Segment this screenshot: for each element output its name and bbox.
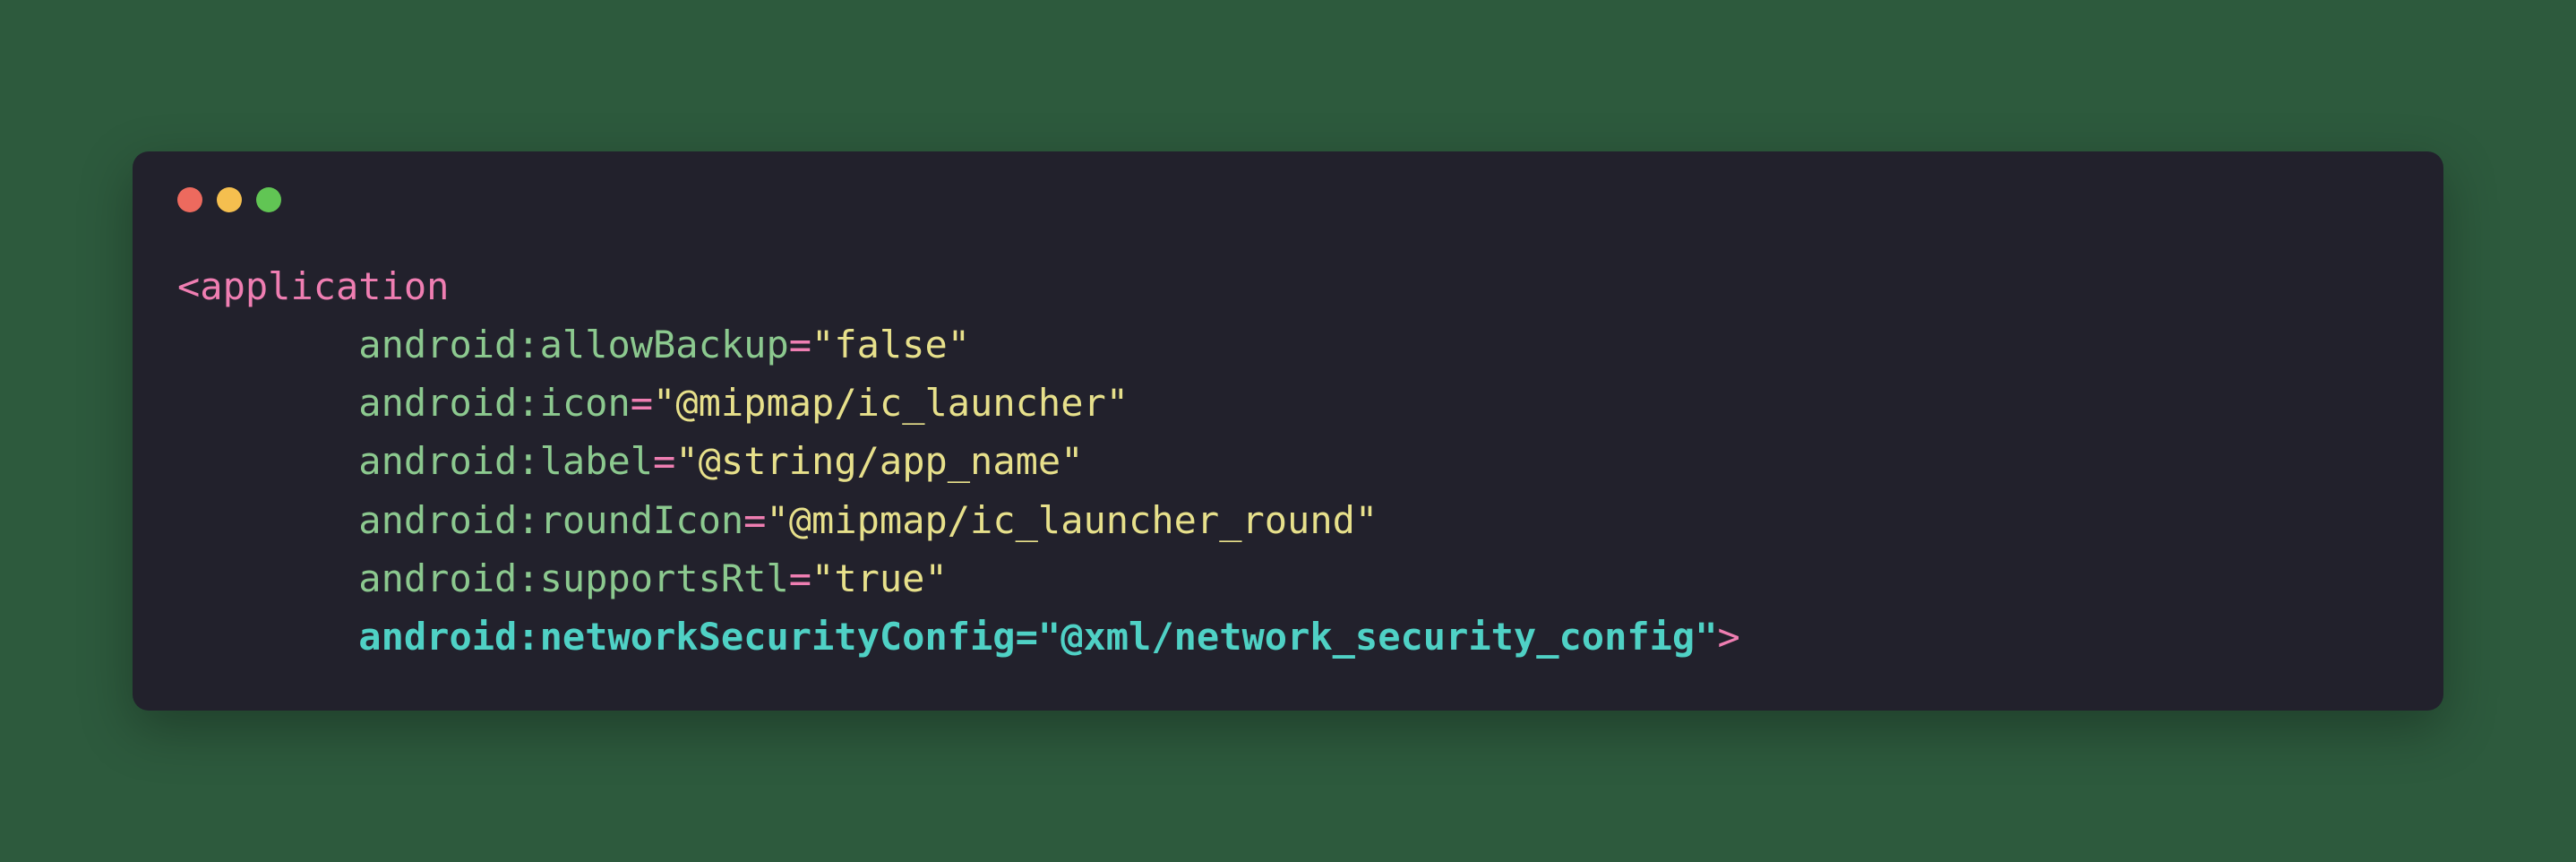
attr-name: android:roundIcon	[358, 498, 743, 542]
attr-name: android:allowBackup	[358, 323, 788, 366]
code-line-3: android:label="@string/app_name"	[177, 439, 1084, 483]
tag-name: application	[200, 264, 449, 308]
maximize-icon[interactable]	[256, 187, 281, 212]
attr-eq: =	[789, 556, 811, 600]
quote-close: "	[1106, 381, 1129, 425]
quote-close: "	[1355, 498, 1378, 542]
indent	[177, 374, 358, 432]
attr-eq: =	[631, 381, 653, 425]
tag-open-bracket: <	[177, 264, 200, 308]
quote-open: "	[675, 439, 698, 483]
attr-eq: =	[789, 323, 811, 366]
window-controls	[177, 187, 2399, 212]
attr-eq: =	[743, 498, 766, 542]
quote-close: "	[1695, 615, 1717, 659]
code-line-2: android:icon="@mipmap/ic_launcher"	[177, 381, 1129, 425]
code-line-6-highlighted: android:networkSecurityConfig="@xml/netw…	[177, 615, 1740, 659]
indent	[177, 608, 358, 666]
attr-eq: =	[653, 439, 675, 483]
indent	[177, 432, 358, 490]
attr-name: android:icon	[358, 381, 630, 425]
indent	[177, 491, 358, 549]
code-line-4: android:roundIcon="@mipmap/ic_launcher_r…	[177, 498, 1378, 542]
attr-value: true	[834, 556, 924, 600]
attr-eq: =	[1016, 615, 1038, 659]
attr-value: @mipmap/ic_launcher_round	[789, 498, 1355, 542]
quote-close: "	[1060, 439, 1083, 483]
attr-name: android:label	[358, 439, 653, 483]
code-window: <application android:allowBackup="false"…	[133, 151, 2443, 711]
close-icon[interactable]	[177, 187, 202, 212]
indent	[177, 549, 358, 608]
quote-open: "	[653, 381, 675, 425]
attr-name: android:networkSecurityConfig	[358, 615, 1015, 659]
attr-value: @mipmap/ic_launcher	[675, 381, 1105, 425]
attr-name: android:supportsRtl	[358, 556, 788, 600]
quote-close: "	[948, 323, 970, 366]
quote-open: "	[811, 556, 834, 600]
attr-value: @xml/network_security_config	[1060, 615, 1695, 659]
quote-close: "	[924, 556, 947, 600]
tag-close-bracket: >	[1718, 615, 1740, 659]
quote-open: "	[1038, 615, 1060, 659]
minimize-icon[interactable]	[217, 187, 242, 212]
code-content: <application android:allowBackup="false"…	[177, 257, 2399, 666]
quote-open: "	[811, 323, 834, 366]
indent	[177, 315, 358, 374]
quote-open: "	[766, 498, 788, 542]
code-line-5: android:supportsRtl="true"	[177, 556, 948, 600]
code-line-1: android:allowBackup="false"	[177, 323, 970, 366]
attr-value: @string/app_name	[699, 439, 1061, 483]
attr-value: false	[834, 323, 947, 366]
